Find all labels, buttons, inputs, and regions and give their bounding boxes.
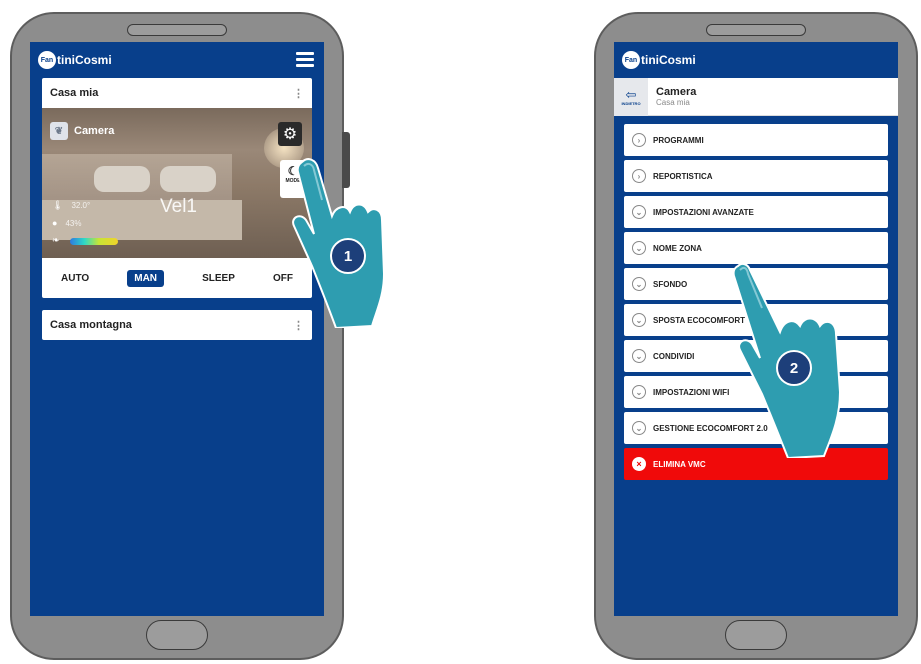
back-icon: ⇦ (625, 86, 637, 102)
back-bar: ⇦ INDIETRO Camera Casa mia (614, 77, 898, 116)
speed-value: Vel1 (160, 196, 197, 217)
logo-mark: Fan (622, 51, 640, 69)
close-icon: × (632, 457, 646, 471)
chevron-right-icon: › (632, 133, 646, 147)
room-name: ❦ Camera (50, 122, 114, 140)
logo-text: tiniCosmi (641, 53, 696, 67)
back-button[interactable]: ⇦ INDIETRO (614, 77, 648, 116)
phone-left: Fan tiniCosmi Casa mia ⋮ ❦ Camera ⚙ ☾ MO… (10, 12, 350, 660)
menu-item-nome-zona[interactable]: ⌄ NOME ZONA (624, 232, 888, 264)
mode-selector: AUTO MAN SLEEP OFF (42, 258, 312, 298)
back-titles: Camera Casa mia (656, 86, 696, 107)
leaf-icon: ❧ (52, 235, 60, 245)
room-image-pillow (160, 166, 216, 192)
menu-item-label: REPORTISTICA (653, 171, 713, 181)
menu-item-label: SFONDO (653, 279, 688, 289)
chevron-right-icon: › (632, 169, 646, 183)
room-name-label: Camera (74, 125, 115, 137)
home-card-header[interactable]: Casa mia ⋮ (42, 78, 312, 108)
delete-vmc-label: ELIMINA VMC (653, 459, 706, 469)
menu-item-label: CONDIVIDI (653, 351, 695, 361)
home-card-title: Casa mia (50, 87, 99, 99)
second-home-card[interactable]: Casa montagna ⋮ (42, 310, 312, 340)
air-quality-bar (70, 238, 118, 245)
humidity-value: 43% (65, 218, 82, 228)
brand-logo: Fan tiniCosmi (38, 51, 112, 69)
menu-item-label: IMPOSTAZIONI WIFI (653, 387, 730, 397)
logo-mark: Fan (38, 51, 56, 69)
mode-auto-button[interactable]: AUTO (61, 273, 89, 284)
logo-text: tiniCosmi (57, 53, 112, 67)
chevron-down-icon: ⌄ (632, 313, 646, 327)
hamburger-icon[interactable] (296, 52, 314, 67)
app-header: Fan tiniCosmi (30, 42, 324, 78)
back-label: INDIETRO (621, 100, 641, 106)
kebab-icon[interactable]: ⋮ (293, 87, 304, 100)
menu-item-label: PROGRAMMI (653, 135, 704, 145)
second-home-card-title: Casa montagna (50, 319, 132, 331)
chevron-down-icon: ⌄ (632, 349, 646, 363)
mode-man-button[interactable]: MAN (127, 269, 165, 287)
room-tile[interactable]: ❦ Camera ⚙ ☾ MODE 🌡︎ 32.0° ● 43% Vel1 ❧ (42, 108, 312, 258)
chevron-down-icon: ⌄ (632, 241, 646, 255)
thermometer-icon: 🌡︎ (52, 200, 64, 210)
menu-item-reportistica[interactable]: › REPORTISTICA (624, 160, 888, 192)
chevron-down-icon: ⌄ (632, 277, 646, 291)
menu-item-label: IMPOSTAZIONI AVANZATE (653, 207, 754, 217)
temperature-readout: 🌡︎ 32.0° (52, 200, 90, 211)
second-home-card-header: Casa montagna ⋮ (42, 310, 312, 340)
step-2-badge: 2 (776, 350, 812, 386)
room-image-pillow (94, 166, 150, 192)
mode-sleep-button[interactable]: SLEEP (202, 273, 235, 284)
chevron-down-icon: ⌄ (632, 421, 646, 435)
fan-icon: ❦ (50, 122, 68, 140)
room-title: Camera (656, 86, 697, 98)
menu-item-impostazioni-avanzate[interactable]: ⌄ IMPOSTAZIONI AVANZATE (624, 196, 888, 228)
home-card: Casa mia ⋮ ❦ Camera ⚙ ☾ MODE 🌡︎ 32.0° ● … (42, 78, 312, 298)
chevron-down-icon: ⌄ (632, 385, 646, 399)
brand-logo: Fan tiniCosmi (622, 51, 696, 69)
gear-icon[interactable]: ⚙ (278, 122, 302, 146)
menu-item-label: NOME ZONA (653, 243, 702, 253)
mode-off-button[interactable]: OFF (273, 273, 293, 284)
chevron-down-icon: ⌄ (632, 205, 646, 219)
step-1-badge: 1 (330, 238, 366, 274)
phone-speaker (127, 24, 227, 36)
phone-home-button (146, 620, 208, 650)
phone-home-button (725, 620, 787, 650)
room-subtitle: Casa mia (656, 98, 690, 107)
phone-speaker (706, 24, 806, 36)
humidity-readout: ● 43% (52, 218, 81, 228)
drop-icon: ● (52, 218, 58, 228)
temperature-value: 32.0° (71, 201, 91, 210)
menu-item-programmi[interactable]: › PROGRAMMI (624, 124, 888, 156)
app-header: Fan tiniCosmi (614, 42, 898, 78)
screen-left: Fan tiniCosmi Casa mia ⋮ ❦ Camera ⚙ ☾ MO… (30, 42, 324, 616)
